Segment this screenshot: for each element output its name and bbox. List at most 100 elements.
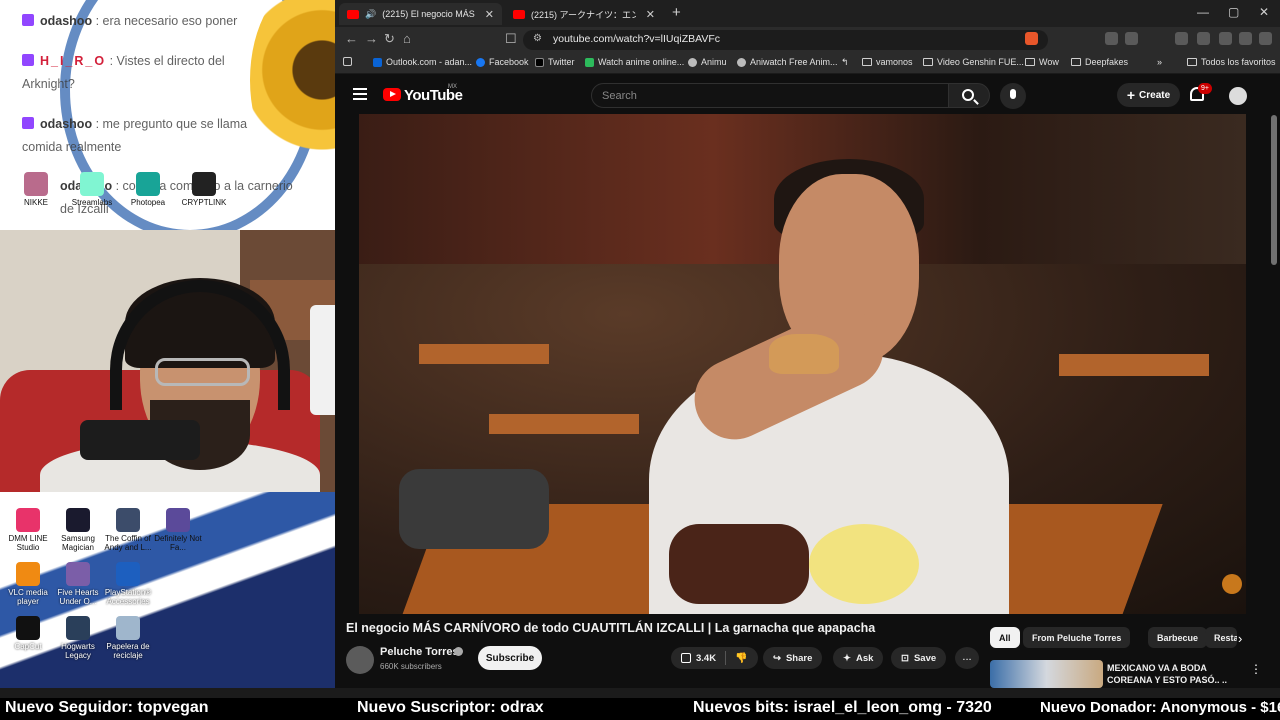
desktop-icon-nikke[interactable]: NIKKE — [12, 172, 60, 207]
bookmark-all-favorites[interactable]: Todos los favoritos — [1187, 57, 1276, 67]
bookmark-wow[interactable]: Wow — [1025, 57, 1059, 67]
vpn-icon[interactable] — [1239, 32, 1252, 45]
bookmarks-overflow-icon[interactable]: » — [1157, 57, 1162, 67]
channel-watermark-icon[interactable] — [1222, 574, 1242, 594]
music-icon[interactable] — [1175, 32, 1188, 45]
desktop-icon-photopea[interactable]: Photopea — [124, 172, 172, 207]
search-button[interactable] — [948, 83, 990, 108]
bookmark-twitter[interactable]: Twitter — [535, 57, 575, 67]
bookmark-animu[interactable]: Animu — [688, 57, 727, 67]
extension-icon[interactable] — [1105, 32, 1118, 45]
site-info-icon[interactable]: ⚙ — [533, 33, 542, 44]
home-icon[interactable]: ⌂ — [403, 31, 411, 46]
recommended-thumbnail[interactable] — [990, 660, 1103, 688]
desktop-icon-cryptlink[interactable]: CRYPTLINK — [180, 172, 228, 207]
desktop-icon-label: PlayStation® Accessories — [104, 588, 152, 606]
chip-all[interactable]: All — [990, 627, 1020, 648]
chevron-right-icon[interactable]: › — [1238, 631, 1242, 646]
desktop-icon-label: Five Hearts Under O... — [57, 588, 99, 606]
brave-shield-icon[interactable] — [1025, 32, 1038, 45]
account-avatar[interactable] — [1229, 87, 1247, 105]
close-tab-icon[interactable]: ✕ — [646, 8, 655, 21]
chip-from-channel[interactable]: From Peluche Torres — [1023, 627, 1131, 648]
desktop-icon[interactable]: PlayStation® Accessories — [104, 562, 152, 606]
recommended-title[interactable]: MEXICANO VA A BODA COREANA Y ESTO PASÓ..… — [1107, 662, 1247, 686]
minimize-icon[interactable]: — — [1197, 5, 1209, 19]
tab-youtube[interactable]: (2215) アークナイツ：エンドフィールド - YouTube ✕ — [505, 3, 663, 25]
page-scrollbar[interactable] — [1271, 115, 1277, 265]
reload-icon[interactable]: ↻ — [384, 31, 395, 47]
desktop-icon-label: Streamlabs — [71, 198, 113, 207]
share-label: Share — [785, 652, 813, 664]
app-icon — [16, 616, 40, 640]
video-player[interactable] — [359, 114, 1246, 614]
bookmark-video-genshin[interactable]: Video Genshin FUE... — [923, 57, 1024, 67]
close-window-icon[interactable]: ✕ — [1259, 5, 1269, 19]
app-icon — [166, 508, 190, 532]
chip-restaurants[interactable]: Resta — [1205, 627, 1237, 648]
desktop-icon[interactable]: Definitely Not Fa... — [154, 508, 202, 552]
bookmark-facebook[interactable]: Facebook — [476, 57, 529, 67]
desktop-icon[interactable]: CapCut — [4, 616, 52, 660]
bookmarks-grid-icon[interactable] — [343, 57, 352, 66]
desktop-icon-streamlabs[interactable]: Streamlabs — [68, 172, 116, 207]
speaker-icon: 🔊 — [365, 8, 377, 19]
app-icon — [116, 562, 140, 586]
bookmark-pin[interactable]: ↰ — [841, 57, 849, 68]
maximize-icon[interactable]: ▢ — [1228, 5, 1239, 19]
more-actions-button[interactable]: ... — [955, 647, 979, 669]
channel-name[interactable]: Peluche Torres — [380, 646, 459, 658]
bookmark-vamonos[interactable]: vamonos — [862, 57, 913, 67]
desktop-icon[interactable]: Five Hearts Under O... — [54, 562, 102, 606]
bookmark-label: Video Genshin FUE... — [937, 57, 1024, 67]
nikke-icon — [24, 172, 48, 196]
like-icon[interactable] — [681, 653, 691, 663]
new-tab-icon[interactable]: + — [672, 4, 681, 21]
like-count[interactable]: 3.4K — [696, 653, 716, 664]
search-input[interactable]: Search — [591, 83, 949, 108]
address-bar[interactable]: ⚙ youtube.com/watch?v=lIUqiZBAVFc — [523, 30, 1048, 50]
bookmark-deepfakes[interactable]: Deepfakes — [1071, 57, 1128, 67]
cryptlink-icon — [192, 172, 216, 196]
dislike-icon[interactable]: 👎 — [735, 653, 747, 664]
tab-youtube-active[interactable]: 🔊 (2215) El negocio MÁS CARNÍVORO ✕ — [339, 3, 502, 25]
voice-search-icon[interactable] — [1000, 83, 1026, 109]
bookmark-watch-anime[interactable]: Watch anime online... — [585, 57, 684, 67]
subscribe-button[interactable]: Subscribe — [478, 646, 542, 670]
back-icon[interactable]: ← — [345, 31, 358, 46]
desktop-icon[interactable]: The Coffin of Andy and L... — [104, 508, 152, 552]
desktop-icon[interactable]: VLC media player — [4, 562, 52, 606]
navigation-bar: ← → ↻ ⌂ ☐ ⚙ youtube.com/watch?v=lIUqiZBA… — [335, 27, 1280, 52]
desktop-icon-label: NIKKE — [23, 198, 48, 207]
wallet-icon[interactable] — [1197, 32, 1210, 45]
forward-icon[interactable]: → — [365, 31, 378, 46]
hamburger-menu-icon[interactable] — [353, 88, 367, 100]
save-button[interactable]: ⊡ Save — [891, 647, 947, 669]
ask-button[interactable]: ✦ Ask — [833, 647, 884, 669]
youtube-favicon-icon — [513, 9, 525, 19]
video-brisket — [669, 524, 809, 604]
share-button[interactable]: ↪ Share — [763, 647, 823, 669]
youtube-logo-icon[interactable] — [383, 88, 401, 101]
twitch-icon — [22, 117, 34, 129]
bookmark-aniwatch[interactable]: Aniwatch Free Anim... — [737, 57, 838, 67]
desktop-icon[interactable]: Hogwarts Legacy — [54, 616, 102, 660]
url-text: youtube.com/watch?v=lIUqiZBAVFc — [553, 33, 721, 45]
ai-icon[interactable] — [1219, 32, 1232, 45]
desktop-icon-label: Hogwarts Legacy — [61, 642, 95, 660]
recommended-more-icon[interactable]: ⋮ — [1250, 662, 1262, 676]
desktop-icon[interactable]: DMM LINE Studio — [4, 508, 52, 552]
close-tab-icon[interactable]: ✕ — [485, 8, 494, 21]
bookmark-icon[interactable]: ☐ — [505, 31, 517, 47]
desktop-icon[interactable]: Samsung Magician — [54, 508, 102, 552]
create-button[interactable]: + Create — [1117, 83, 1180, 107]
desktop-icon[interactable]: Papelera de reciclaje — [104, 616, 152, 660]
channel-avatar[interactable] — [346, 646, 374, 674]
desktop-icon-label: DMM LINE Studio — [8, 534, 48, 552]
extension-icon[interactable] — [1125, 32, 1138, 45]
menu-icon[interactable] — [1259, 32, 1272, 45]
bookmark-outlook[interactable]: Outlook.com - adan... — [373, 57, 472, 67]
chat-username: H_I_R_O — [40, 54, 107, 68]
chip-barbecue[interactable]: Barbecue — [1148, 627, 1208, 648]
video-bench — [1059, 354, 1209, 376]
